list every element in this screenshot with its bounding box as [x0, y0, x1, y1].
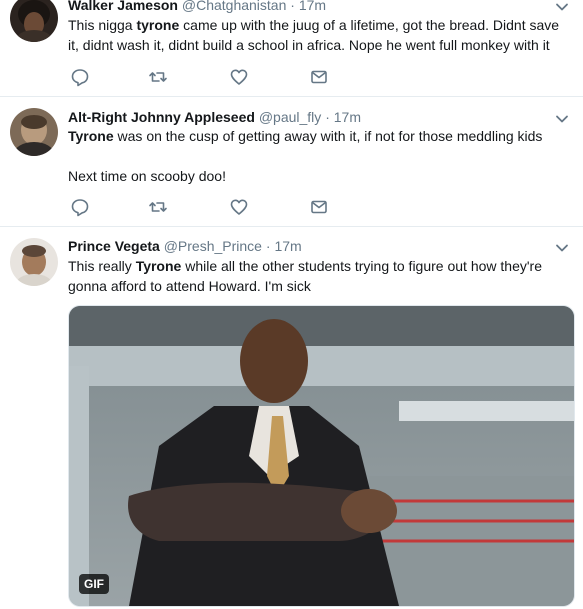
handle[interactable]: @Presh_Prince [164, 238, 262, 254]
chevron-down-icon[interactable] [555, 112, 569, 126]
timestamp[interactable]: 17m [274, 238, 301, 254]
separator: · [290, 0, 295, 13]
avatar[interactable] [10, 108, 58, 156]
like-icon[interactable] [229, 67, 249, 87]
highlighted-term: Tyrone [68, 128, 114, 144]
chevron-down-icon[interactable] [555, 0, 569, 14]
divider [0, 96, 583, 97]
reply-icon[interactable] [70, 197, 90, 217]
tweet-text: This really Tyrone while all the other s… [68, 256, 568, 296]
handle[interactable]: @paul_fly [259, 109, 321, 125]
display-name[interactable]: Prince Vegeta [68, 238, 160, 254]
timestamp[interactable]: 17m [334, 109, 361, 125]
text-segment: This nigga [68, 17, 137, 33]
separator: · [325, 109, 330, 125]
display-name[interactable]: Walker Jameson [68, 0, 178, 13]
tweet-text: Tyrone was on the cusp of getting away w… [68, 126, 568, 146]
tweet-text-line2: Next time on scooby doo! [68, 168, 226, 184]
text-segment: was on the cusp of getting away with it,… [113, 128, 543, 144]
direct-message-icon[interactable] [309, 67, 329, 87]
gif-badge: GIF [79, 574, 109, 594]
gif-media[interactable]: GIF [68, 305, 575, 607]
text-segment: This really [68, 258, 136, 274]
direct-message-icon[interactable] [309, 197, 329, 217]
handle[interactable]: @Chatghanistan [182, 0, 287, 13]
avatar[interactable] [10, 238, 58, 286]
highlighted-term: tyrone [136, 17, 180, 33]
separator: · [265, 238, 271, 254]
like-icon[interactable] [229, 197, 249, 217]
divider [0, 226, 583, 227]
timestamp[interactable]: 17m [299, 0, 326, 13]
tweet-text: This nigga tyrone came up with the juug … [68, 15, 568, 55]
display-name[interactable]: Alt-Right Johnny Appleseed [68, 109, 255, 125]
chevron-down-icon[interactable] [555, 241, 569, 255]
retweet-icon[interactable] [148, 67, 168, 87]
avatar[interactable] [10, 0, 58, 42]
highlighted-term: Tyrone [135, 258, 182, 274]
gif-thumbnail [69, 306, 574, 606]
retweet-icon[interactable] [148, 197, 168, 217]
reply-icon[interactable] [70, 67, 90, 87]
